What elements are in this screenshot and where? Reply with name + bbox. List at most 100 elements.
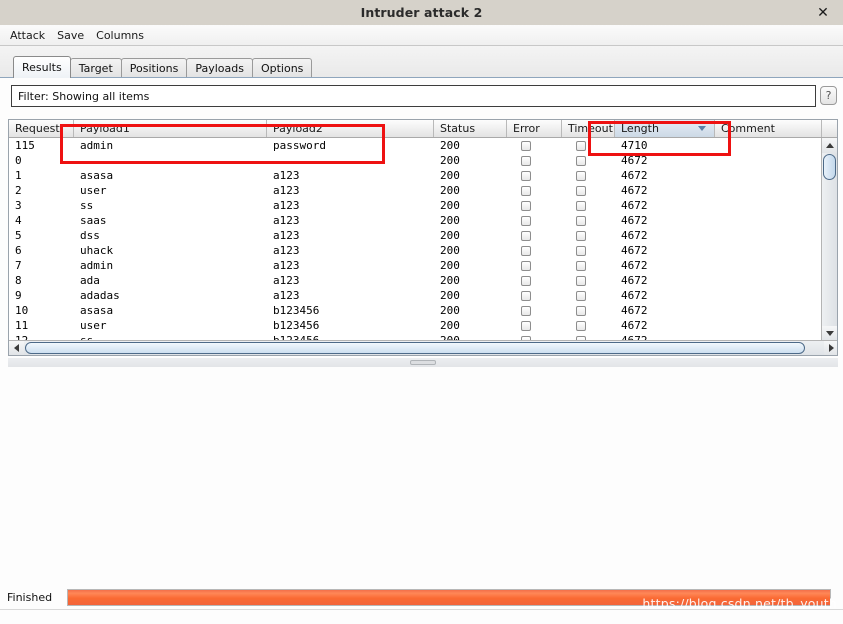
- cell-error[interactable]: [507, 138, 562, 153]
- error-checkbox[interactable]: [521, 230, 531, 241]
- tab-results[interactable]: Results: [13, 56, 71, 78]
- cell-error[interactable]: [507, 198, 562, 213]
- table-row[interactable]: 7 admin a123 200 4672: [9, 258, 822, 273]
- tab-positions[interactable]: Positions: [120, 58, 188, 78]
- table-row[interactable]: 0 200 4672: [9, 153, 822, 168]
- cell-timeout[interactable]: [562, 288, 615, 303]
- cell-error[interactable]: [507, 303, 562, 318]
- error-checkbox[interactable]: [521, 290, 531, 301]
- timeout-checkbox[interactable]: [576, 200, 586, 211]
- table-row[interactable]: 5 dss a123 200 4672: [9, 228, 822, 243]
- cell-timeout[interactable]: [562, 213, 615, 228]
- cell-timeout[interactable]: [562, 243, 615, 258]
- horizontal-scrollbar-thumb[interactable]: [25, 342, 805, 354]
- menu-item-attack[interactable]: Attack: [10, 29, 45, 42]
- cell-timeout[interactable]: [562, 153, 615, 168]
- timeout-checkbox[interactable]: [576, 170, 586, 181]
- cell-timeout[interactable]: [562, 183, 615, 198]
- column-header-error[interactable]: Error: [507, 120, 562, 137]
- menu-item-columns[interactable]: Columns: [96, 29, 144, 42]
- table-row[interactable]: 1 asasa a123 200 4672: [9, 168, 822, 183]
- table-row[interactable]: 4 saas a123 200 4672: [9, 213, 822, 228]
- cell-timeout[interactable]: [562, 303, 615, 318]
- timeout-checkbox[interactable]: [576, 305, 586, 316]
- tab-options[interactable]: Options: [251, 58, 313, 78]
- column-header-payload2[interactable]: Payload2: [267, 120, 434, 137]
- error-checkbox[interactable]: [521, 170, 531, 181]
- cell-timeout[interactable]: [562, 168, 615, 183]
- error-checkbox[interactable]: [521, 140, 531, 151]
- table-row[interactable]: 6 uhack a123 200 4672: [9, 243, 822, 258]
- timeout-checkbox[interactable]: [576, 215, 586, 226]
- cell-timeout[interactable]: [562, 273, 615, 288]
- column-header-comment[interactable]: Comment: [715, 120, 822, 137]
- timeout-checkbox[interactable]: [576, 320, 586, 331]
- cell-error[interactable]: [507, 153, 562, 168]
- error-checkbox[interactable]: [521, 260, 531, 271]
- timeout-checkbox[interactable]: [576, 155, 586, 166]
- cell-timeout[interactable]: [562, 198, 615, 213]
- table-row[interactable]: 11 user b123456 200 4672: [9, 318, 822, 333]
- error-checkbox[interactable]: [521, 215, 531, 226]
- cell-error[interactable]: [507, 213, 562, 228]
- horizontal-scrollbar[interactable]: [9, 340, 837, 355]
- table-header-row: Request Payload1 Payload2 Status Error Timeou…: [9, 120, 837, 138]
- error-checkbox[interactable]: [521, 245, 531, 256]
- cell-comment: [715, 303, 822, 318]
- splitter-handle[interactable]: [410, 360, 436, 365]
- vertical-scrollbar[interactable]: [821, 138, 837, 341]
- cell-error[interactable]: [507, 228, 562, 243]
- column-header-payload1[interactable]: Payload1: [74, 120, 267, 137]
- tab-payloads[interactable]: Payloads: [186, 58, 253, 78]
- timeout-checkbox[interactable]: [576, 185, 586, 196]
- table-row[interactable]: 2 user a123 200 4672: [9, 183, 822, 198]
- scroll-down-icon[interactable]: [822, 326, 837, 341]
- cell-error[interactable]: [507, 273, 562, 288]
- filter-bar[interactable]: Filter: Showing all items: [11, 85, 816, 107]
- column-header-timeout[interactable]: Timeout: [562, 120, 615, 137]
- table-row[interactable]: 3 ss a123 200 4672: [9, 198, 822, 213]
- error-checkbox[interactable]: [521, 155, 531, 166]
- timeout-checkbox[interactable]: [576, 260, 586, 271]
- vertical-scrollbar-thumb[interactable]: [823, 154, 836, 180]
- cell-timeout[interactable]: [562, 258, 615, 273]
- cell-timeout[interactable]: [562, 228, 615, 243]
- cell-timeout[interactable]: [562, 138, 615, 153]
- error-checkbox[interactable]: [521, 305, 531, 316]
- error-checkbox[interactable]: [521, 185, 531, 196]
- menu-item-save[interactable]: Save: [57, 29, 84, 42]
- table-row[interactable]: 115 admin password 200 4710: [9, 138, 822, 153]
- timeout-checkbox[interactable]: [576, 245, 586, 256]
- table-row[interactable]: 9 adadas a123 200 4672: [9, 288, 822, 303]
- table-row[interactable]: 8 ada a123 200 4672: [9, 273, 822, 288]
- timeout-checkbox[interactable]: [576, 140, 586, 151]
- timeout-checkbox[interactable]: [576, 230, 586, 241]
- cell-payload2: a123: [273, 214, 300, 227]
- cell-timeout[interactable]: [562, 318, 615, 333]
- scroll-right-icon[interactable]: [824, 341, 837, 355]
- error-checkbox[interactable]: [521, 275, 531, 286]
- timeout-checkbox[interactable]: [576, 275, 586, 286]
- pane-splitter[interactable]: [8, 358, 838, 367]
- cell-error[interactable]: [507, 318, 562, 333]
- error-checkbox[interactable]: [521, 320, 531, 331]
- cell-error[interactable]: [507, 243, 562, 258]
- table-row[interactable]: 10 asasa b123456 200 4672: [9, 303, 822, 318]
- column-header-request[interactable]: Request: [9, 120, 74, 137]
- close-icon[interactable]: ✕: [813, 3, 833, 23]
- window-bottom-edge: [0, 609, 843, 624]
- cell-comment: [715, 243, 822, 258]
- column-header-status[interactable]: Status: [434, 120, 507, 137]
- cell-error[interactable]: [507, 288, 562, 303]
- cell-error[interactable]: [507, 168, 562, 183]
- column-header-length[interactable]: Length: [615, 120, 715, 137]
- tab-target[interactable]: Target: [69, 58, 122, 78]
- cell-error[interactable]: [507, 183, 562, 198]
- scroll-up-icon[interactable]: [822, 138, 837, 153]
- scroll-left-icon[interactable]: [9, 341, 24, 355]
- help-icon[interactable]: ?: [820, 86, 837, 105]
- cell-error[interactable]: [507, 258, 562, 273]
- cell-request: 3: [15, 199, 22, 212]
- error-checkbox[interactable]: [521, 200, 531, 211]
- timeout-checkbox[interactable]: [576, 290, 586, 301]
